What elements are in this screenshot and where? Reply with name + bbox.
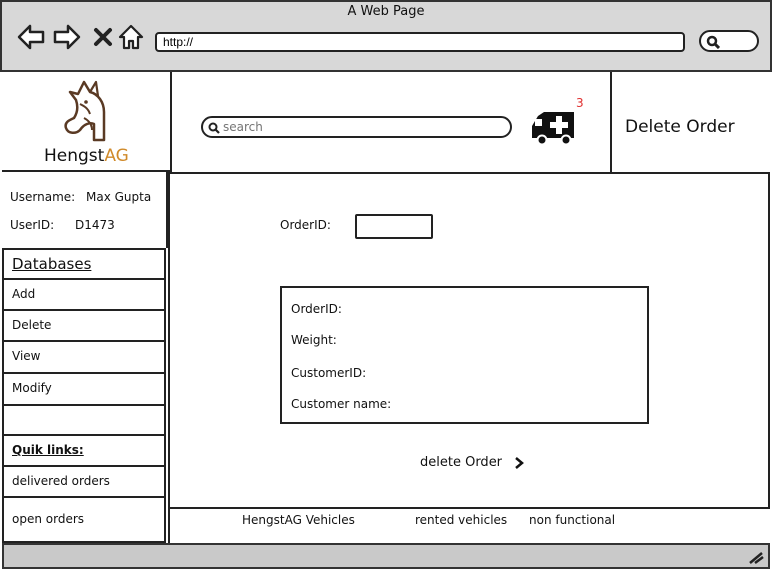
delete-order-button[interactable]: delete Order [420, 455, 525, 470]
logo-text-main: Hengst [44, 146, 105, 166]
quicklinks-heading-label: Quik links: [12, 443, 84, 457]
resize-grip-icon[interactable] [748, 550, 764, 564]
databases-heading-label: Databases [12, 255, 92, 273]
search-input[interactable] [223, 119, 493, 135]
status-bar [2, 543, 770, 569]
userid-value: D1473 [75, 218, 115, 232]
sidebar-item-label: Add [12, 287, 36, 301]
search-icon [706, 35, 720, 49]
delivery-van-icon[interactable] [530, 104, 578, 148]
orderid-input[interactable] [355, 214, 433, 239]
close-icon[interactable] [88, 22, 118, 52]
footer-link-rented-vehicles[interactable]: rented vehicles [415, 513, 507, 527]
quicklink-delivered-orders[interactable]: delivered orders [2, 467, 166, 498]
quicklink-open-orders[interactable]: open orders [2, 498, 166, 543]
sidebar-item-delete[interactable]: Delete [2, 311, 166, 342]
user-info [2, 172, 168, 248]
userid-label: UserID: [10, 218, 55, 232]
home-icon[interactable] [116, 22, 146, 52]
forward-arrow-icon[interactable] [52, 22, 82, 52]
sidebar-spacer [2, 406, 166, 436]
username-value: Max Gupta [86, 190, 152, 204]
back-arrow-icon[interactable] [16, 22, 46, 52]
notification-badge: 3 [576, 96, 584, 110]
footer-link-vehicles[interactable]: HengstAG Vehicles [242, 513, 355, 527]
quicklink-label: delivered orders [12, 474, 110, 488]
detail-customerid-label: CustomerID: [291, 366, 367, 380]
chevron-right-icon [515, 456, 525, 469]
logo-text: HengstAG [44, 146, 129, 166]
delete-order-label: delete Order [420, 455, 503, 470]
page-title: Delete Order [625, 117, 735, 137]
databases-heading[interactable]: Databases [2, 248, 166, 280]
sidebar-item-modify[interactable]: Modify [2, 374, 166, 406]
quicklinks-heading: Quik links: [2, 436, 166, 467]
sidebar-item-label: View [12, 349, 41, 363]
orderid-label: OrderID: [280, 218, 331, 232]
detail-customer-name-label: Customer name: [291, 397, 392, 411]
search-box[interactable] [201, 116, 512, 138]
detail-weight-label: Weight: [291, 333, 337, 347]
sidebar-item-add[interactable]: Add [2, 280, 166, 311]
search-icon [208, 122, 220, 134]
sidebar-item-view[interactable]: View [2, 342, 166, 374]
sidebar-item-label: Delete [12, 318, 52, 332]
detail-orderid-label: OrderID: [291, 302, 342, 316]
username-label: Username: [10, 190, 76, 204]
logo-text-accent: AG [104, 146, 129, 166]
window-title: A Web Page [347, 4, 425, 19]
sidebar-item-label: Modify [12, 381, 52, 395]
browser-search-button[interactable] [699, 30, 759, 52]
url-input[interactable] [155, 32, 685, 52]
horse-logo-icon [64, 80, 106, 142]
footer-link-non-functional[interactable]: non functional [529, 513, 615, 527]
quicklink-label: open orders [12, 512, 85, 526]
